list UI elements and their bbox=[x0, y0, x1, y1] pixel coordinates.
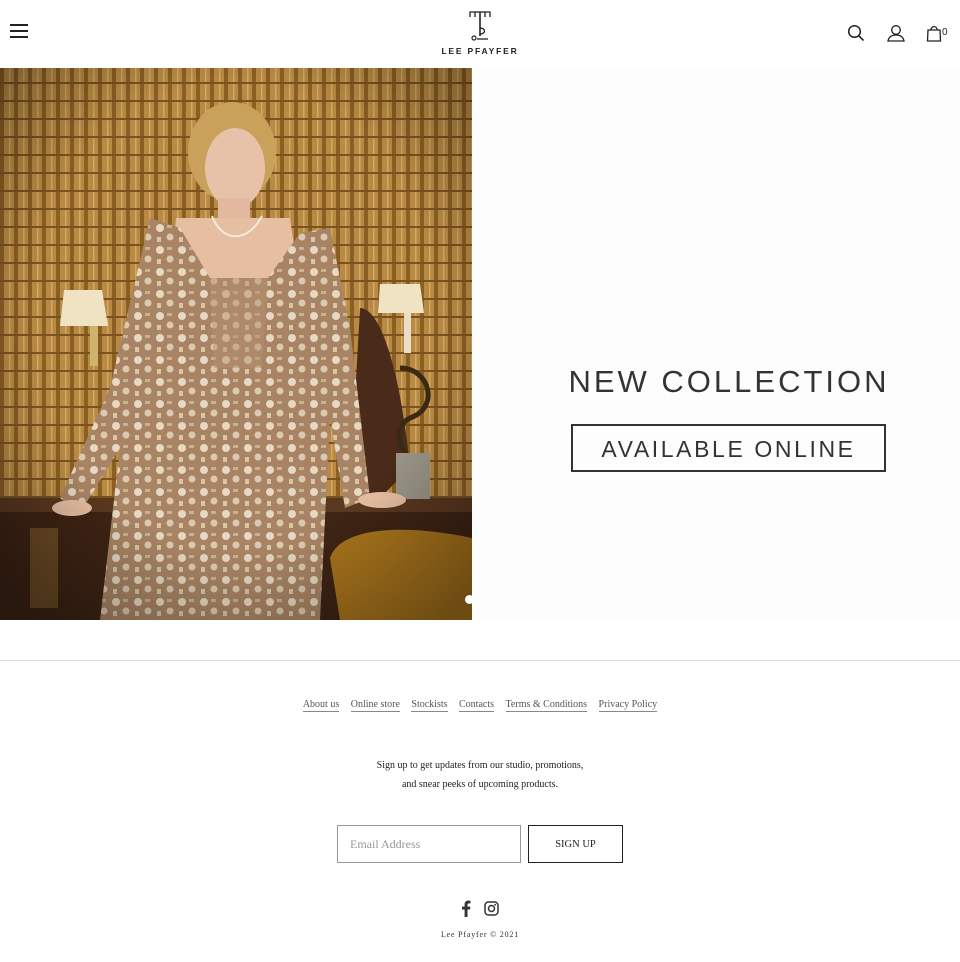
footer-divider bbox=[0, 660, 960, 661]
logo-monogram-icon bbox=[469, 11, 491, 41]
newsletter-description: Sign up to get updates from our studio, … bbox=[0, 756, 960, 794]
email-field[interactable] bbox=[337, 825, 521, 863]
facebook-icon[interactable] bbox=[461, 900, 471, 917]
cart-count: 0 bbox=[942, 27, 948, 38]
newsletter-line-1: Sign up to get updates from our studio, … bbox=[376, 760, 584, 771]
user-icon[interactable] bbox=[886, 24, 906, 42]
hero-image[interactable] bbox=[0, 68, 472, 620]
brand-name: LEE PFAYFER bbox=[441, 46, 519, 56]
hero-banner: NEW COLLECTION AVAILABLE ONLINE bbox=[0, 68, 960, 620]
hamburger-icon[interactable] bbox=[10, 24, 28, 42]
footer-nav: About us Online store Stockists Contacts… bbox=[0, 699, 960, 712]
footer-link-stockists[interactable]: Stockists bbox=[411, 699, 448, 712]
footer-link-online-store[interactable]: Online store bbox=[350, 699, 400, 712]
footer-link-about-us[interactable]: About us bbox=[302, 699, 340, 712]
copyright-text: Lee Pfayfer © 2021 bbox=[440, 930, 519, 939]
available-online-button[interactable]: AVAILABLE ONLINE bbox=[571, 424, 886, 472]
instagram-icon[interactable] bbox=[484, 900, 499, 917]
model-photo bbox=[0, 68, 472, 620]
slide-indicator-dot[interactable] bbox=[465, 595, 474, 604]
footer-link-terms[interactable]: Terms & Conditions bbox=[505, 699, 588, 712]
hero-title: NEW COLLECTION bbox=[568, 364, 890, 399]
sign-up-button[interactable]: SIGN UP bbox=[528, 825, 623, 863]
footer-link-contacts[interactable]: Contacts bbox=[459, 699, 495, 712]
brand-logo[interactable]: LEE PFAYFER bbox=[440, 8, 520, 56]
site-header: LEE PFAYFER 0 bbox=[0, 0, 960, 68]
footer-link-privacy[interactable]: Privacy Policy bbox=[598, 699, 658, 712]
shopping-bag-icon[interactable] bbox=[926, 24, 942, 42]
search-icon[interactable] bbox=[847, 24, 865, 42]
newsletter-line-2: and snear peeks of upcoming products. bbox=[401, 779, 559, 790]
